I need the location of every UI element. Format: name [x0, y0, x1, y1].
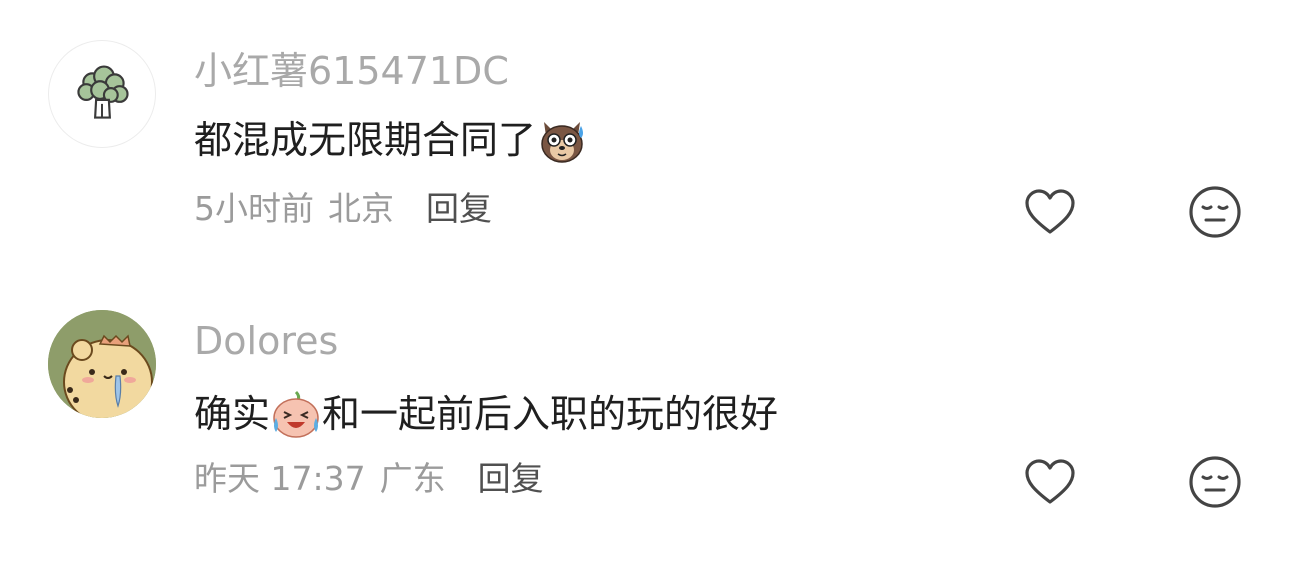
heart-icon[interactable] — [1024, 458, 1076, 506]
username[interactable]: 小红薯615471DC — [194, 52, 509, 90]
neutral-face-icon[interactable] — [1188, 455, 1242, 509]
comment-meta: 5小时前 北京 回复 — [194, 192, 492, 225]
comment-text-rest: 和一起前后入职的玩的很好 — [322, 392, 779, 436]
comment-item: Dolores 确实 和一起前后入职的玩的很好 昨天 17:37 广东 回复 — [0, 270, 1290, 566]
comment-location: 北京 — [328, 189, 394, 228]
comment-time: 昨天 17:37 — [194, 459, 366, 498]
heart-icon[interactable] — [1024, 188, 1076, 236]
user-avatar[interactable] — [48, 310, 156, 418]
neutral-face-icon[interactable] — [1188, 185, 1242, 239]
comment-item: 小红薯615471DC 都混成无限期合同了 5小时前 北京 回复 — [0, 0, 1290, 270]
comment-text: 都混成无限期合同了 — [194, 114, 588, 166]
comment-meta: 昨天 17:37 广东 回复 — [194, 462, 544, 495]
laughing-tears-emoji-icon — [270, 388, 322, 440]
comment-text-main: 确实 — [194, 392, 271, 436]
comment-time: 5小时前 — [194, 189, 314, 228]
broccoli-icon — [77, 65, 129, 119]
comment-text: 确实 和一起前后入职的玩的很好 — [194, 388, 778, 440]
bear-avatar-icon — [48, 310, 156, 418]
username[interactable]: Dolores — [194, 322, 338, 360]
dog-sweat-emoji-icon — [536, 114, 588, 166]
comment-location: 广东 — [379, 459, 446, 498]
user-avatar[interactable] — [48, 40, 156, 148]
reply-button[interactable]: 回复 — [426, 192, 492, 225]
comment-text-main: 都混成无限期合同了 — [194, 118, 537, 162]
reply-button[interactable]: 回复 — [478, 462, 544, 495]
